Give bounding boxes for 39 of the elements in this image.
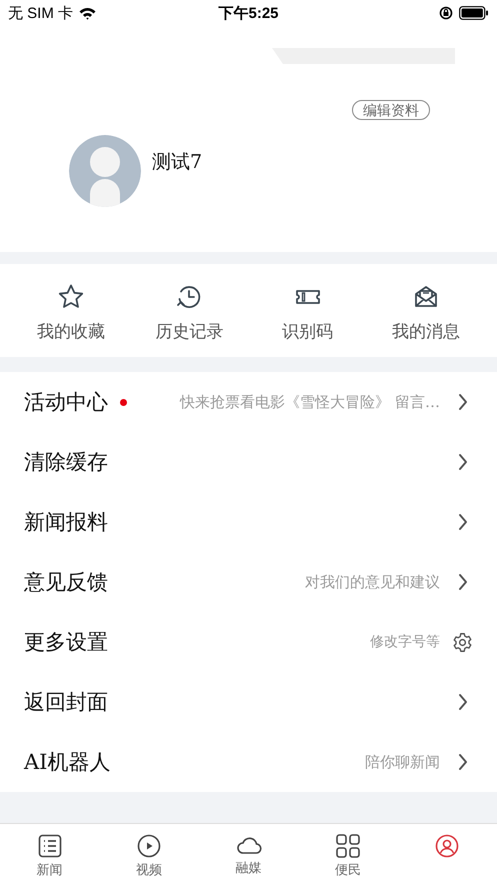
menu-item[interactable]: AI机器人 [24,748,110,776]
menu-item[interactable]: 清除缓存 [24,448,108,476]
menu-item[interactable]: 返回封面 [24,688,108,716]
wifi-icon [79,6,96,20]
menu-item[interactable]: 意见反馈 [24,568,108,596]
menu-item-hint: 对我们的意见和建议 [305,572,440,592]
tab[interactable]: 便民 [298,824,398,883]
tab[interactable]: 视频 [99,824,199,883]
menu-item[interactable]: 更多设置 [24,628,108,656]
list-icon [38,834,62,858]
menu-item-hint: 快来抢票看电影《雪怪大冒险》 留言… [180,392,440,412]
battery-icon [459,6,489,20]
carrier-label: 无 SIM 卡 [8,4,74,22]
quick-action[interactable]: 历史记录 [134,264,244,357]
tab[interactable]: 新闻 [0,824,100,883]
chevron-right-icon [458,393,468,411]
avatar-icon [69,135,141,207]
play-icon [137,834,162,858]
star-icon [57,283,86,311]
clock: 下午5:25 [218,4,279,22]
chevron-right-icon [458,693,468,711]
quick-action[interactable]: 识别码 [252,264,363,357]
menu-item[interactable]: 活动中心 [24,388,108,416]
chevron-right-icon [458,753,468,771]
quick-action[interactable]: 我的消息 [370,264,481,357]
menu-item[interactable]: 新闻报料 [24,508,108,536]
username: 测试7 [152,150,202,175]
menu-item-hint: 修改字号等 [370,633,440,651]
rotation-lock-icon [439,6,453,20]
person-icon [435,834,460,858]
chevron-right-icon [458,573,468,591]
edit-profile-button[interactable]: 编辑资料 [352,100,430,120]
chevron-right-icon [458,453,468,471]
settings-icon [452,632,473,652]
tab[interactable]: 融媒 [198,824,298,883]
chevron-right-icon [458,513,468,531]
grid-icon [336,834,360,858]
menu-item-hint: 陪你聊新闻 [365,752,440,772]
quick-action[interactable]: 我的收藏 [16,264,126,357]
